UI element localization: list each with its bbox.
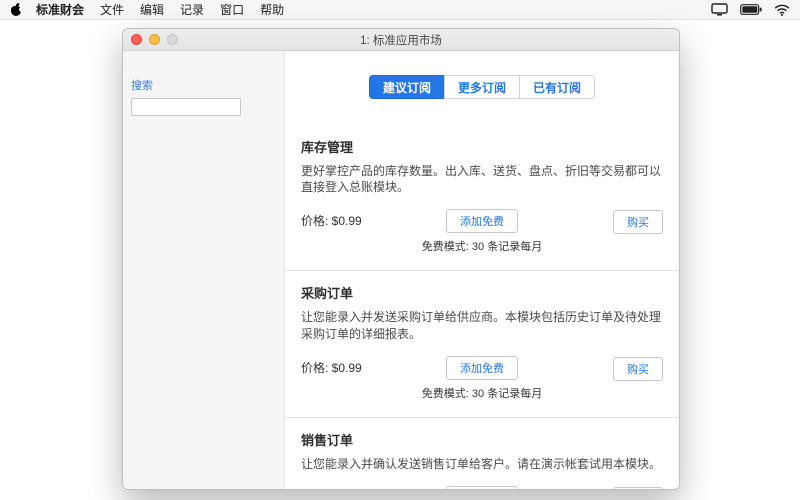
menubar-status-area (711, 3, 790, 16)
module-title: 销售订单 (301, 430, 663, 449)
menu-record[interactable]: 记录 (180, 1, 204, 18)
module-description: 让您能录入并确认发送销售订单给客户。请在演示帐套试用本模块。 (301, 456, 663, 472)
wifi-icon[interactable] (774, 4, 790, 16)
menu-window[interactable]: 窗口 (220, 1, 244, 18)
module-price: 价格: $0.99 (301, 209, 422, 229)
buy-button[interactable]: 购买 (613, 357, 663, 381)
menu-bar: 标准财会 文件 编辑 记录 窗口 帮助 (0, 0, 800, 20)
add-free-button[interactable]: 添加免费 (446, 356, 518, 380)
apple-icon[interactable] (10, 4, 22, 16)
module-price: 价格: $0.99 (301, 486, 422, 489)
module-description: 让您能录入并发送采购订单给供应商。本模块包括历史订单及待处理采购订单的详细报表。 (301, 309, 663, 341)
subscription-tabs: 建议订阅 更多订阅 已有订阅 (285, 75, 679, 99)
window-titlebar[interactable]: 1: 标准应用市场 (123, 29, 679, 51)
search-label: 搜索 (131, 77, 276, 93)
module-purchase-orders: 采购订单 让您能录入并发送采购订单给供应商。本模块包括历史订单及待处理采购订单的… (285, 270, 679, 416)
module-sales-orders: 销售订单 让您能录入并确认发送销售订单给客户。请在演示帐套试用本模块。 价格: … (285, 417, 679, 489)
menu-edit[interactable]: 编辑 (140, 1, 164, 18)
sidebar: 搜索 (123, 51, 285, 489)
add-free-button[interactable]: 添加免费 (446, 209, 518, 233)
free-mode-label: 免费模式: 30 条记录每月 (422, 238, 542, 254)
menu-app-name[interactable]: 标准财会 (36, 1, 84, 18)
module-list: 库存管理 更好掌控产品的库存数量。出入库、送货、盘点、折旧等交易都可以直接登入总… (285, 125, 679, 489)
module-title: 库存管理 (301, 137, 663, 156)
app-store-content: 建议订阅 更多订阅 已有订阅 库存管理 更好掌控产品的库存数量。出入库、送货、盘… (285, 51, 679, 489)
display-icon[interactable] (711, 3, 728, 16)
buy-button[interactable]: 购买 (613, 487, 663, 489)
zoom-button[interactable] (167, 34, 178, 45)
menu-file[interactable]: 文件 (100, 1, 124, 18)
module-inventory-management: 库存管理 更好掌控产品的库存数量。出入库、送货、盘点、折旧等交易都可以直接登入总… (285, 125, 679, 270)
tab-subscribed[interactable]: 已有订阅 (519, 75, 595, 99)
search-input[interactable] (131, 98, 241, 116)
minimize-button[interactable] (149, 34, 160, 45)
close-button[interactable] (131, 34, 142, 45)
add-free-button[interactable]: 添加免费 (446, 486, 518, 489)
tab-more[interactable]: 更多订阅 (444, 75, 520, 99)
app-window: 1: 标准应用市场 搜索 建议订阅 更多订阅 已有订阅 库存管理 更好掌控产品的… (122, 28, 680, 490)
module-price: 价格: $0.99 (301, 356, 422, 376)
module-description: 更好掌控产品的库存数量。出入库、送货、盘点、折旧等交易都可以直接登入总账模块。 (301, 163, 663, 195)
buy-button[interactable]: 购买 (613, 210, 663, 234)
window-title: 1: 标准应用市场 (360, 32, 442, 48)
free-mode-label: 免费模式: 30 条记录每月 (422, 385, 542, 401)
menu-help[interactable]: 帮助 (260, 1, 284, 18)
module-title: 采购订单 (301, 283, 663, 302)
battery-icon[interactable] (740, 4, 762, 15)
traffic-lights (131, 34, 178, 45)
tab-suggested[interactable]: 建议订阅 (369, 75, 445, 99)
